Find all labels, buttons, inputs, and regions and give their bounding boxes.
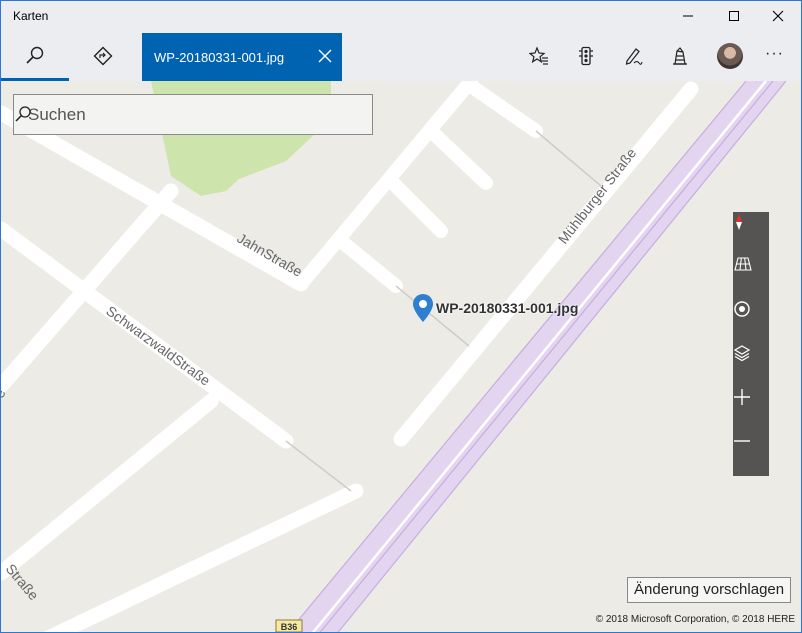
- minimize-button[interactable]: [665, 1, 711, 31]
- maps-window: Karten WP-20180331-001.jpg ··· JahnStraß…: [0, 0, 802, 633]
- app-toolbar: WP-20180331-001.jpg ···: [1, 31, 801, 81]
- 3d-cities-icon: [673, 47, 687, 65]
- search-button[interactable]: [1, 31, 69, 81]
- compass-button[interactable]: [733, 212, 769, 256]
- search-icon: [26, 46, 44, 64]
- zoom-out-button[interactable]: [733, 432, 769, 476]
- zoom-in-button[interactable]: [733, 388, 769, 432]
- app-title: Karten: [13, 9, 49, 23]
- traffic-icon: [579, 46, 593, 66]
- layers-button[interactable]: [733, 344, 769, 388]
- traffic-button[interactable]: [573, 43, 599, 69]
- ink-icon: [625, 48, 643, 65]
- close-icon: [772, 10, 784, 22]
- street-label-schwarzwald: SchwarzwaldStraße: [103, 302, 213, 388]
- copyright-text: © 2018 Microsoft Corporation, © 2018 HER…: [595, 614, 795, 625]
- maximize-button[interactable]: [711, 1, 757, 31]
- zoom-in-icon: [734, 389, 750, 405]
- favorites-icon: [529, 46, 548, 65]
- street-label-strasse: Straße: [3, 561, 42, 604]
- close-window-button[interactable]: [755, 1, 801, 31]
- close-icon[interactable]: [316, 47, 334, 65]
- map-pin-icon: [413, 294, 433, 322]
- search-icon[interactable]: [14, 105, 32, 123]
- pin-label[interactable]: WP-20180331-001.jpg: [436, 300, 578, 316]
- tab-photo[interactable]: WP-20180331-001.jpg: [142, 33, 342, 81]
- title-bar: Karten: [1, 1, 801, 31]
- favorites-button[interactable]: [526, 43, 552, 69]
- minimize-icon: [683, 15, 693, 17]
- zoom-out-icon: [734, 440, 750, 442]
- maximize-icon: [729, 11, 739, 21]
- directions-button[interactable]: [69, 31, 137, 81]
- avatar[interactable]: [717, 43, 743, 69]
- tilt-icon: [734, 257, 752, 271]
- layers-icon: [733, 345, 751, 362]
- directions-icon: [93, 46, 113, 66]
- tilt-button[interactable]: [733, 256, 769, 300]
- map-canvas[interactable]: JahnStraße Mühlburger Straße Schwarzwald…: [1, 81, 801, 632]
- ink-button[interactable]: [620, 43, 646, 69]
- more-icon[interactable]: ···: [765, 45, 784, 63]
- map-controls: [733, 212, 769, 476]
- suggest-change-button[interactable]: Änderung vorschlagen: [627, 577, 792, 603]
- search-box[interactable]: [13, 94, 373, 135]
- location-icon: [734, 301, 750, 317]
- compass-icon: [736, 214, 742, 230]
- svg-text:B36: B36: [281, 622, 298, 632]
- 3d-cities-button[interactable]: [667, 43, 693, 69]
- search-input[interactable]: [26, 103, 330, 127]
- tab-label: WP-20180331-001.jpg: [154, 50, 285, 65]
- location-button[interactable]: [733, 300, 769, 344]
- map-layer: JahnStraße Mühlburger Straße Schwarzwald…: [1, 81, 787, 632]
- road-sign-b36: B36: [275, 619, 303, 632]
